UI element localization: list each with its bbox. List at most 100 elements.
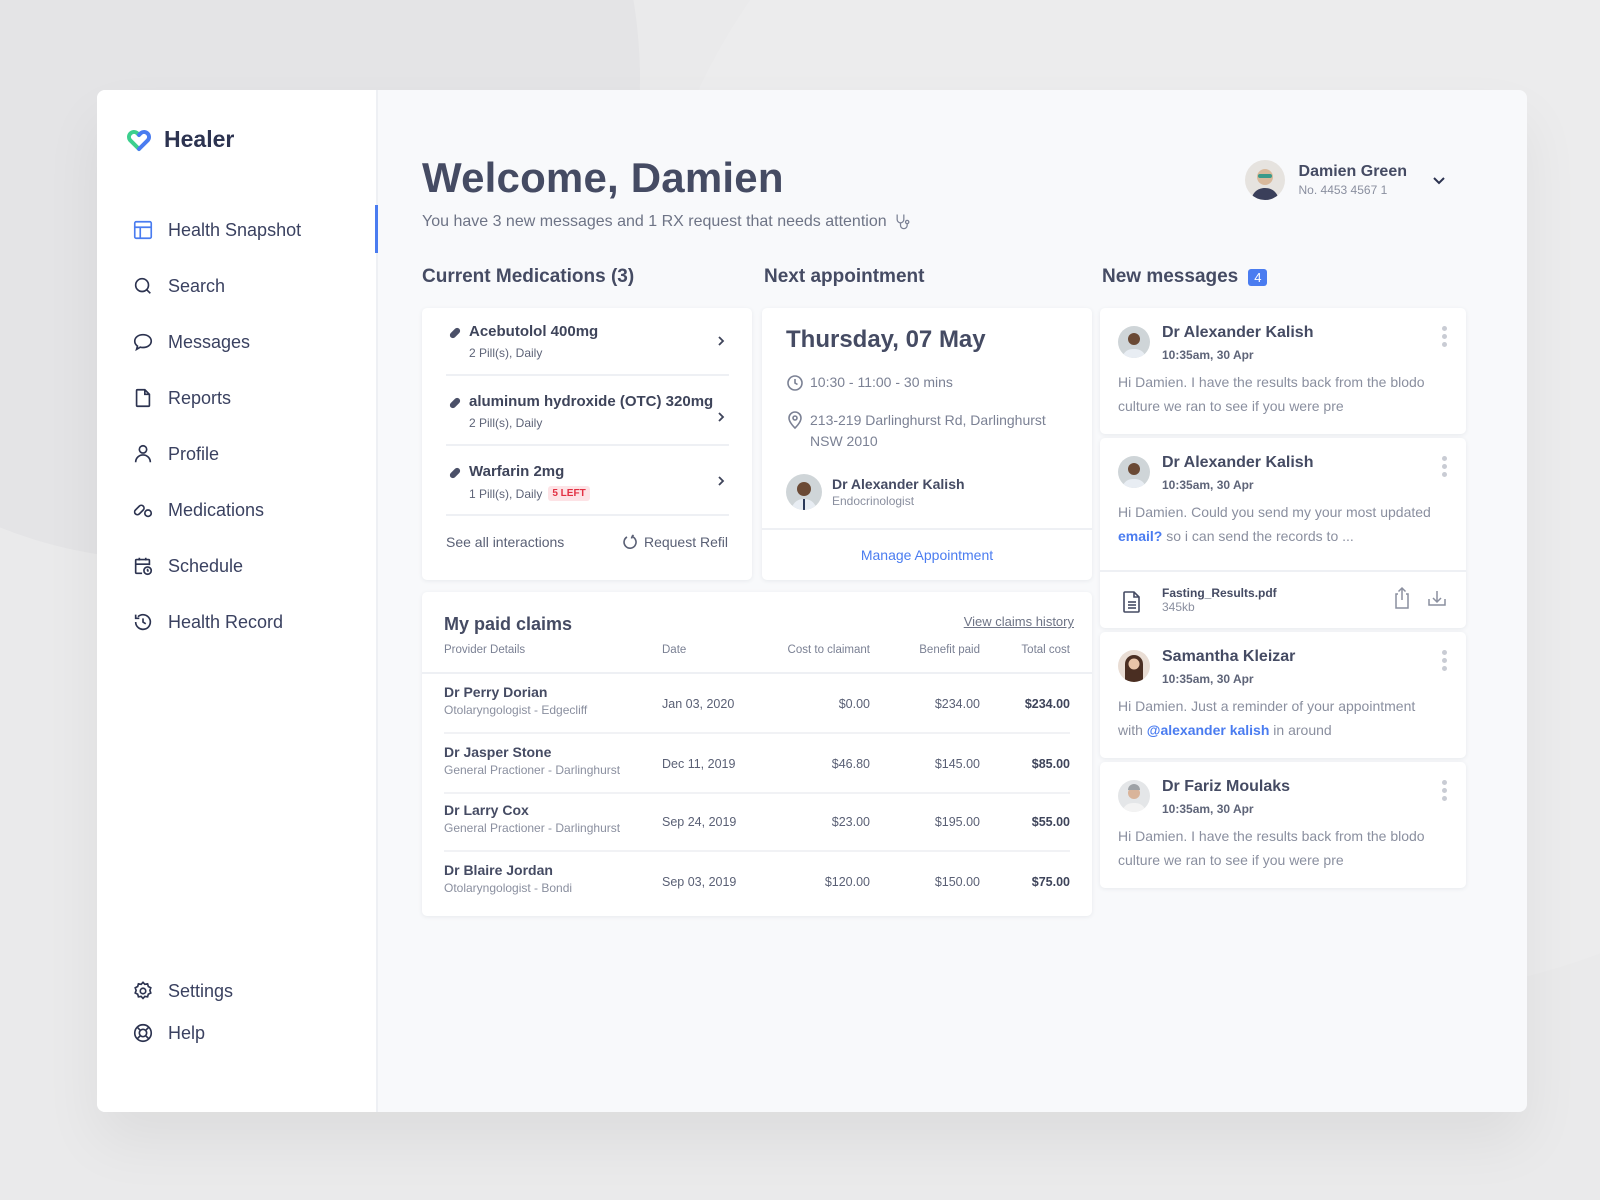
total-cost: $55.00 (1031, 815, 1070, 829)
lifebuoy-icon (133, 1023, 153, 1043)
chevron-right-icon (718, 336, 725, 346)
sidebar-item-health-record[interactable]: Health Record (97, 594, 376, 650)
user-menu[interactable]: Damien Green No. 4453 4567 1 (1244, 160, 1447, 200)
history-icon (134, 613, 152, 631)
message-card[interactable]: Dr Alexander Kalish 10:35am, 30 Apr Hi D… (1100, 308, 1466, 434)
layout-icon (133, 220, 153, 240)
search-icon (134, 277, 151, 294)
chat-bubble-icon (133, 333, 153, 352)
dose-text: 2 Pill(s), Daily (469, 346, 543, 360)
sidebar-item-search[interactable]: Search (97, 258, 376, 314)
attachment-size: 345kb (1162, 600, 1195, 614)
sidebar-item-label: Search (168, 275, 226, 296)
sidebar-item-label: Settings (168, 980, 234, 1001)
pill-icon (449, 327, 461, 339)
request-refill-button[interactable]: Request Refil (622, 534, 728, 550)
more-options-icon[interactable] (1442, 650, 1448, 671)
column-header: Cost to claimant (787, 644, 870, 656)
message-card[interactable]: Dr Alexander Kalish 10:35am, 30 Apr Hi D… (1100, 438, 1466, 628)
download-icon[interactable] (1426, 586, 1448, 610)
total-cost: $234.00 (1024, 697, 1070, 711)
more-options-icon[interactable] (1442, 326, 1448, 347)
medication-item[interactable]: Warfarin 2mg 1 Pill(s), Daily 5 LEFT (446, 448, 729, 516)
user-number: No. 4453 4567 1 (1298, 183, 1388, 197)
sidebar-item-messages[interactable]: Messages (97, 314, 376, 370)
sidebar-item-settings[interactable]: Settings (97, 970, 376, 1012)
sidebar-item-medications[interactable]: Medications (97, 482, 376, 538)
medication-item[interactable]: Acebutolol 400mg 2 Pill(s), Daily (446, 308, 729, 376)
sender-avatar (1118, 780, 1150, 812)
medication-dose: 2 Pill(s), Daily (469, 346, 542, 360)
chevron-right-icon (718, 412, 725, 422)
more-options-icon[interactable] (1442, 780, 1448, 801)
appointment-time: 10:30 - 11:00 - 30 mins (786, 372, 953, 393)
email-link[interactable]: email? (1118, 528, 1162, 544)
benefit-paid: $150.00 (934, 875, 980, 889)
sidebar-item-profile[interactable]: Profile (97, 426, 376, 482)
view-claims-history-link[interactable]: View claims history (964, 614, 1074, 629)
sidebar-item-health-snapshot[interactable]: Health Snapshot (97, 202, 378, 258)
logo[interactable]: Healer (126, 126, 234, 153)
paid-claims-card: My paid claims View claims history Provi… (422, 592, 1092, 916)
provider-name: Dr Blaire Jordan (444, 862, 553, 878)
sidebar-item-help[interactable]: Help (97, 1012, 376, 1054)
stethoscope-icon (896, 214, 910, 230)
table-row[interactable]: Dr Blaire Jordan Otolaryngologist - Bondi… (422, 852, 1092, 912)
calendar-clock-icon (134, 557, 153, 576)
message-text: so i can send the records to ... (1162, 528, 1354, 544)
provider-detail: Otolaryngologist - Bondi (444, 881, 573, 895)
provider-name: Dr Larry Cox (444, 802, 529, 818)
column-header: Date (662, 644, 687, 656)
message-body: Hi Damien. Just a reminder of your appoi… (1118, 694, 1432, 742)
chevron-down-icon[interactable] (1431, 172, 1447, 188)
message-card[interactable]: Dr Fariz Moulaks 10:35am, 30 Apr Hi Dami… (1100, 762, 1466, 888)
table-row[interactable]: Dr Jasper Stone General Practioner - Darl… (422, 734, 1092, 794)
cost-to-claimant: $120.00 (824, 875, 870, 889)
see-all-interactions-link[interactable]: See all interactions (446, 534, 564, 550)
sidebar-item-schedule[interactable]: Schedule (97, 538, 376, 594)
benefit-paid: $145.00 (934, 757, 980, 771)
claim-date: Sep 24, 2019 (662, 815, 737, 829)
sidebar-item-label: Messages (168, 331, 251, 352)
welcome-subtitle: You have 3 new messages and 1 RX request… (422, 212, 913, 232)
sidebar-item-label: Health Snapshot (168, 219, 302, 240)
sidebar-nav: Health Snapshot Search Messages Reports … (97, 202, 378, 650)
document-icon (135, 388, 151, 408)
clock-icon (787, 375, 803, 391)
sidebar-item-label: Profile (168, 443, 220, 464)
heart-logo-icon (127, 129, 151, 151)
table-row[interactable]: Dr Larry Cox General Practioner - Darling… (422, 792, 1092, 852)
mention-link[interactable]: @alexander kalish (1147, 722, 1270, 738)
cost-to-claimant: $0.00 (838, 697, 870, 711)
cost-to-claimant: $23.00 (831, 815, 870, 829)
sidebar-item-label: Schedule (168, 555, 244, 576)
benefit-paid: $234.00 (934, 697, 980, 711)
message-text: Hi Damien. Could you send my your most u… (1118, 504, 1431, 520)
dose-text: 2 Pill(s), Daily (469, 416, 543, 430)
app-name: Healer (164, 126, 235, 152)
sidebar: Healer Health Snapshot Search Messages R… (97, 90, 378, 1112)
file-icon (1123, 591, 1140, 613)
manage-appointment-button[interactable]: Manage Appointment (762, 528, 1092, 580)
refresh-icon (623, 534, 637, 549)
chevron-right-icon (718, 476, 725, 486)
cost-to-claimant: $46.80 (831, 757, 870, 771)
attachment[interactable]: Fasting_Results.pdf 345kb (1100, 570, 1466, 632)
column-header: Total cost (1021, 644, 1070, 656)
message-body: Hi Damien. Could you send my your most u… (1118, 500, 1432, 548)
messages-title: New messages 4 (1102, 266, 1268, 288)
share-icon[interactable] (1392, 586, 1412, 610)
user-avatar (1244, 160, 1285, 200)
appointment-doctor[interactable]: Dr Alexander Kalish Endocrinologist (786, 474, 965, 510)
more-options-icon[interactable] (1442, 456, 1448, 477)
page-title: Welcome, Damien (422, 154, 784, 201)
medications-card: Acebutolol 400mg 2 Pill(s), Daily alumin… (422, 308, 752, 580)
total-cost: $75.00 (1031, 875, 1070, 889)
sender-name: Dr Alexander Kalish (1162, 324, 1314, 341)
table-row[interactable]: Dr Perry Dorian Otolaryngologist - Edgecl… (422, 674, 1092, 734)
provider-detail: General Practioner - Darlinghurst (444, 821, 621, 835)
medication-item[interactable]: aluminum hydroxide (OTC) 320mg 2 Pill(s)… (446, 378, 729, 446)
sidebar-item-reports[interactable]: Reports (97, 370, 376, 426)
location-pin-icon (788, 411, 802, 430)
message-card[interactable]: Samantha Kleizar 10:35am, 30 Apr Hi Dami… (1100, 632, 1466, 758)
